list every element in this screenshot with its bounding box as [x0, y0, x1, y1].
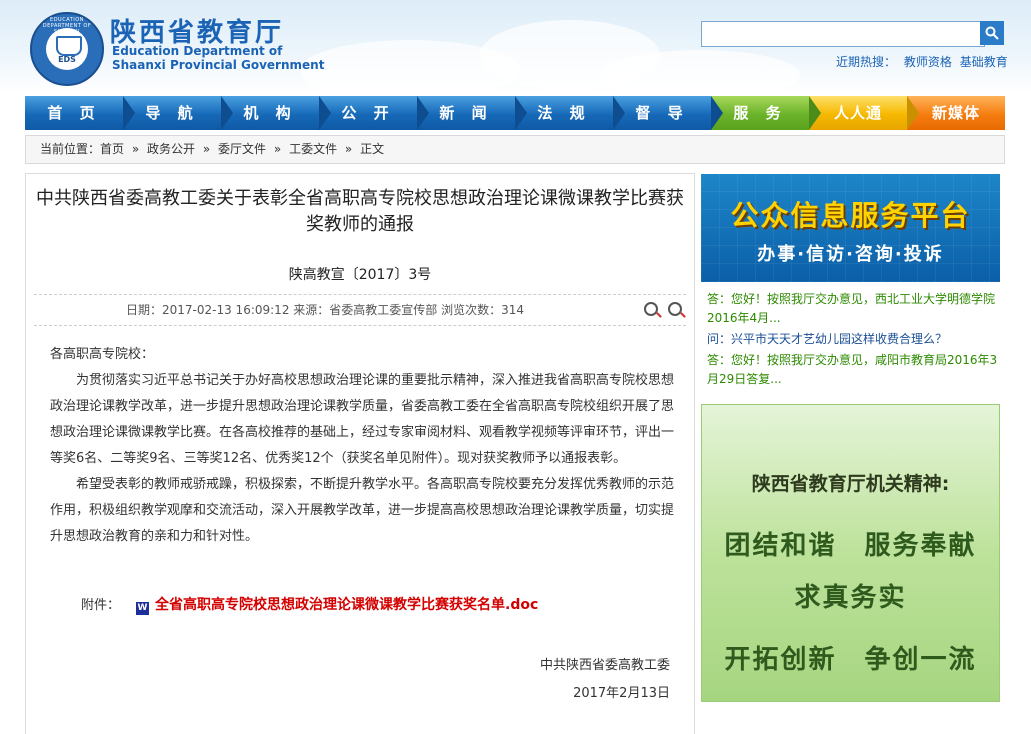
- nav-public[interactable]: 公 开: [319, 96, 417, 130]
- logo-emblem: EDS: [46, 28, 88, 70]
- nav-separator: [515, 96, 527, 130]
- breadcrumb-separator: »: [344, 142, 353, 156]
- breadcrumb-current: 正文: [360, 142, 385, 156]
- spirit-banner-line: 求真务实: [794, 583, 907, 613]
- nav-separator: [319, 96, 331, 130]
- breadcrumb-separator: »: [202, 142, 211, 156]
- search-input[interactable]: [701, 21, 985, 47]
- article-doc-number: 陕高教宣〔2017〕3号: [288, 267, 432, 283]
- article-paragraph: 为贯彻落实习近平总书记关于办好高校思想政治理论课的重要批示精神，深入推进我省高职…: [50, 373, 675, 466]
- site-name-en-line2: Shaanxi Provincial Government: [112, 58, 325, 72]
- zoom-in-icon[interactable]: [644, 302, 658, 316]
- main-nav: 首 页 导 航 机 构 公 开 新 闻 法 规 督 导 服 务 人人通 新媒体: [25, 96, 1005, 130]
- article-signature: 中共陕西省委高教工委 2017年2月13日: [540, 652, 670, 708]
- nav-separator: [711, 96, 723, 130]
- attachment: 附件： W 全省高职高专院校思想政治理论课微课教学比赛获奖名单.doc: [81, 594, 538, 615]
- spirit-banner[interactable]: 陕西省教育厅机关精神: 团结和谐 服务奉献 求真务实 开拓创新 争创一流: [701, 404, 1000, 702]
- nav-separator: [613, 96, 625, 130]
- nav-separator: [907, 96, 919, 130]
- nav-separator: [809, 96, 821, 130]
- nav-supervision[interactable]: 督 导: [613, 96, 711, 130]
- public-service-banner-title: 公众信息服务平台: [730, 199, 971, 232]
- article-meta-text: 日期：2017-02-13 16:09:12 来源：省委高教工委宣传部 浏览次数…: [126, 303, 524, 317]
- nav-renrentong[interactable]: 人人通: [809, 96, 907, 130]
- breadcrumb: 当前位置：首页 » 政务公开 » 委厅文件 » 工委文件 » 正文: [25, 135, 1005, 164]
- nav-home[interactable]: 首 页: [25, 96, 123, 130]
- cloud-decoration: [600, 50, 800, 100]
- book-icon: [56, 36, 82, 56]
- article-salutation: 各高职高专院校：: [50, 347, 155, 362]
- breadcrumb-separator: »: [273, 142, 282, 156]
- qa-list: 答：您好！按照我厅交办意见，西北工业大学明德学院2016年4月... 问：兴平市…: [707, 290, 999, 391]
- zoom-out-icon[interactable]: [668, 302, 682, 316]
- nav-new-media[interactable]: 新媒体: [907, 96, 1005, 130]
- qa-question-item[interactable]: 问：兴平市天天才艺幼儿园这样收费合理么？: [707, 330, 999, 349]
- article-date: 2017年2月13日: [573, 686, 670, 701]
- hot-link-teacher-qualification[interactable]: 教师资格: [904, 55, 952, 69]
- breadcrumb-separator: »: [131, 142, 140, 156]
- site-logo[interactable]: EDUCATION DEPARTMENT OF SHAANXI EDS: [30, 12, 104, 86]
- nav-services[interactable]: 服 务: [711, 96, 809, 130]
- nav-guide[interactable]: 导 航: [123, 96, 221, 130]
- nav-institutions[interactable]: 机 构: [221, 96, 319, 130]
- public-service-banner[interactable]: 公众信息服务平台 办事·信访·咨询·投诉: [701, 174, 1000, 282]
- article-meta: 日期：2017-02-13 16:09:12 来源：省委高教工委宣传部 浏览次数…: [34, 294, 686, 326]
- hot-link-basic-education[interactable]: 基础教育: [960, 55, 1008, 69]
- spirit-banner-line: 开拓创新 争创一流: [724, 645, 977, 675]
- attachment-label: 附件：: [81, 598, 121, 613]
- nav-separator: [123, 96, 135, 130]
- search-button[interactable]: [980, 21, 1004, 45]
- logo-text: EDS: [58, 55, 76, 64]
- breadcrumb-committee-docs[interactable]: 委厅文件: [218, 142, 266, 156]
- word-doc-icon: W: [136, 602, 150, 615]
- hot-search: 近期热搜： 教师资格 基础教育: [836, 53, 1008, 70]
- qa-answer-item[interactable]: 答：您好！按照我厅交办意见，西北工业大学明德学院2016年4月...: [707, 290, 999, 328]
- public-service-banner-subtitle: 办事·信访·咨询·投诉: [757, 244, 944, 265]
- qa-answer-item[interactable]: 答：您好！按照我厅交办意见，咸阳市教育局2016年3月29日答复...: [707, 351, 999, 389]
- site-name-en-line1: Education Department of: [112, 44, 283, 58]
- article-body: 各高职高专院校： 为贯彻落实习近平总书记关于办好高校思想政治理论课的重要批示精神…: [50, 342, 674, 550]
- breadcrumb-public-affairs[interactable]: 政务公开: [147, 142, 195, 156]
- search-icon: [985, 26, 999, 40]
- breadcrumb-work-committee-docs[interactable]: 工委文件: [289, 142, 337, 156]
- nav-separator: [221, 96, 233, 130]
- breadcrumb-label: 当前位置：: [40, 142, 101, 156]
- article-signer: 中共陕西省委高教工委: [539, 658, 670, 673]
- article-paragraph: 希望受表彰的教师戒骄戒躁，积极探索，不断提升教学水平。各高职高专院校要充分发挥优…: [50, 477, 675, 544]
- nav-separator: [417, 96, 429, 130]
- hot-search-label: 近期热搜：: [836, 55, 897, 69]
- spirit-banner-line: 团结和谐 服务奉献: [724, 531, 977, 561]
- article-title: 中共陕西省委高教工委关于表彰全省高职高专院校思想政治理论课微课教学比赛获奖教师的…: [36, 188, 684, 235]
- nav-regulations[interactable]: 法 规: [515, 96, 613, 130]
- nav-news[interactable]: 新 闻: [417, 96, 515, 130]
- article-panel: 中共陕西省委高教工委关于表彰全省高职高专院校思想政治理论课微课教学比赛获奖教师的…: [25, 173, 695, 734]
- attachment-link[interactable]: 全省高职高专院校思想政治理论课微课教学比赛获奖名单.doc: [155, 597, 538, 613]
- site-name-en: Education Department of Shaanxi Provinci…: [112, 44, 324, 72]
- breadcrumb-home[interactable]: 首页: [100, 142, 124, 156]
- spirit-banner-heading: 陕西省教育厅机关精神:: [751, 473, 950, 495]
